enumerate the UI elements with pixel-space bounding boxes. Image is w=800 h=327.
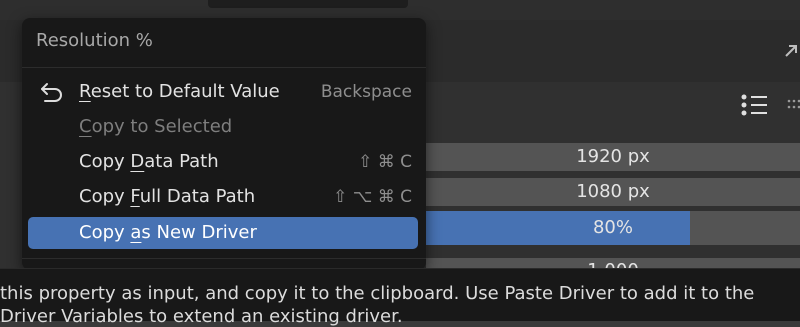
menu-item-label: Copy to Selected [79,116,233,137]
undo-arrow-icon [41,83,62,102]
resolution-x-value: 1920 px [576,146,650,167]
menu-item-copy-as-new-driver[interactable]: Copy as New Driver [28,217,418,249]
menu-item-copy-data-path[interactable]: Copy Data Path ⇧ ⌘ C [28,146,418,178]
menu-separator [22,67,426,68]
menu-item-shortcut: Backspace [320,82,412,102]
list-view-icon[interactable] [740,94,770,116]
menu-item-label: Copy Full Data Path [79,186,256,207]
tooltip-line-2: Driver Variables to extend an existing d… [0,306,403,327]
tooltip-line-1: this property as input, and copy it to t… [0,283,755,304]
tooltip: this property as input, and copy it to t… [0,268,800,327]
menu-separator [22,258,426,259]
context-menu: Resolution % Reset to Default Value Back… [22,18,426,270]
menu-item-shortcut: ⇧ ⌥ ⌘ C [333,187,412,207]
menu-item-label: Reset to Default Value [79,81,280,102]
menu-item-copy-to-selected: Copy to Selected [28,111,418,143]
expand-arrow-icon[interactable] [782,40,800,60]
resolution-y-value: 1080 px [576,181,650,202]
resolution-percent-value: 80% [592,217,633,238]
top-field[interactable] [208,0,408,8]
resolution-percent-slider[interactable]: 80% [426,211,800,245]
menu-title: Resolution % [36,30,153,51]
resolution-y-field[interactable]: 1080 px [426,178,800,206]
menu-item-label: Copy as New Driver [79,222,257,243]
resolution-x-field[interactable]: 1920 px [426,143,800,171]
menu-item-shortcut: ⇧ ⌘ C [358,152,412,172]
menu-item-label: Copy Data Path [79,151,219,172]
menu-item-copy-full-data-path[interactable]: Copy Full Data Path ⇧ ⌥ ⌘ C [28,181,418,213]
drag-handle-icon[interactable] [786,98,800,110]
menu-item-reset-default[interactable]: Reset to Default Value Backspace [28,76,418,108]
